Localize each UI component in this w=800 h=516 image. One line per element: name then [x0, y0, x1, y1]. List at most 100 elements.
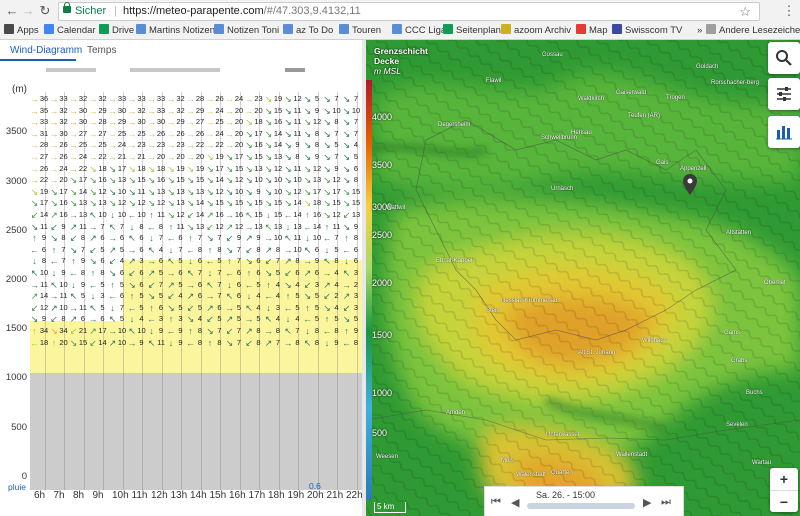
wind-arrow: ↘ — [264, 105, 273, 116]
zoom-in-button[interactable]: + — [770, 468, 798, 490]
wind-arrow: → — [69, 140, 78, 151]
skip-back-icon[interactable]: ⏮ — [491, 496, 501, 509]
y-axis-label: 3000 — [5, 176, 27, 187]
chart-button[interactable] — [768, 116, 800, 148]
settings-button[interactable] — [768, 78, 800, 110]
wind-arrow: ↙ — [245, 337, 253, 348]
bookmark-item[interactable]: CCC Liga — [392, 24, 446, 37]
wind-speed: 12 — [156, 198, 166, 208]
bookmark-icon — [44, 24, 54, 34]
wind-speed: 4 — [353, 140, 359, 150]
wind-arrow: ↙ — [30, 302, 39, 313]
back-icon[interactable]: ← — [4, 3, 20, 19]
wind-speed: 22 — [98, 152, 107, 161]
wind-speed: 36 — [39, 94, 49, 103]
wind-arrow: ↙ — [225, 326, 234, 336]
day-scroll-segment-active[interactable] — [285, 68, 305, 72]
bookmark-item[interactable]: Drive — [99, 24, 134, 37]
tab-temps[interactable]: Temps — [87, 45, 116, 56]
wind-arrow: ↘ — [323, 117, 331, 128]
wind-speed: 27 — [98, 128, 107, 138]
wind-arrow: ↘ — [323, 198, 331, 209]
wind-arrow: ↙ — [206, 221, 214, 232]
wind-speed: 5 — [100, 279, 105, 289]
bookmark-item[interactable]: Apps — [4, 24, 39, 37]
bookmark-item[interactable]: Notizen Toni — [214, 24, 279, 37]
day-scroll-segment[interactable] — [46, 68, 96, 72]
bookmarks-more[interactable]: » — [697, 24, 702, 37]
bookmark-icon — [576, 24, 586, 34]
step-forward-icon[interactable]: ▶ — [643, 496, 651, 509]
wind-speed: 4 — [275, 291, 281, 301]
wind-speed: 2 — [353, 279, 359, 289]
wind-arrow: ↖ — [50, 279, 58, 290]
wind-speed: 7 — [236, 326, 242, 335]
wind-arrow: ← — [322, 326, 332, 336]
bookmark-item[interactable]: Calendar — [44, 24, 96, 37]
map-view[interactable]: Grenzschicht Decke m MSL 4000 3500 3000 250… — [366, 40, 800, 516]
wind-arrow: → — [147, 105, 156, 116]
wind-speed: 15 — [234, 163, 244, 173]
time-slider[interactable] — [527, 503, 635, 509]
wind-arrow: ↙ — [206, 314, 214, 325]
wind-speed: 12 — [117, 198, 127, 208]
forward-icon[interactable]: → — [20, 3, 36, 19]
wind-speed: 34 — [39, 326, 49, 335]
wind-speed: 13 — [293, 221, 302, 231]
wind-arrow: ↑ — [246, 268, 252, 278]
wind-arrow: ↗ — [50, 302, 58, 313]
wind-arrow: → — [108, 233, 117, 244]
skip-forward-icon[interactable]: ⏭ — [661, 496, 671, 509]
map-heatmap — [366, 40, 800, 516]
bookmark-item[interactable]: az To Do — [283, 24, 333, 37]
wind-speed: 5 — [158, 291, 164, 301]
wind-arrow: ↓ — [305, 326, 310, 336]
bookmark-item[interactable]: Martins Notizen — [136, 24, 215, 37]
wind-arrow: ↘ — [30, 186, 39, 197]
wind-arrow: ↘ — [89, 163, 97, 174]
wind-speed: 17 — [215, 163, 224, 173]
wind-speed: 13 — [254, 221, 263, 231]
location-pin-icon[interactable] — [683, 174, 697, 196]
wind-speed: 8 — [275, 326, 281, 335]
reload-icon[interactable]: ↻ — [37, 3, 53, 19]
bookmark-star-icon[interactable]: ☆ — [739, 4, 751, 20]
wind-speed: 14 — [312, 221, 322, 231]
wind-speed: 5 — [178, 279, 183, 289]
wind-speed: 13 — [273, 221, 283, 231]
wind-speed: 20 — [234, 140, 244, 150]
wind-arrow: ↘ — [167, 186, 175, 197]
bookmark-item[interactable]: Swisscom TV — [612, 24, 682, 37]
wind-arrow: ↗ — [69, 221, 78, 232]
bookmark-item[interactable]: azoom Archiv — [501, 24, 571, 37]
search-button[interactable] — [768, 42, 800, 74]
bookmark-item[interactable]: Map — [576, 24, 607, 37]
wind-arrow: ↑ — [71, 256, 76, 267]
browser-menu-icon[interactable]: ⋮ — [782, 3, 796, 19]
time-label: Sa. 26. - 15:00 — [536, 490, 596, 500]
wind-arrow: ↗ — [245, 233, 253, 244]
wind-arrow: ↓ — [285, 221, 291, 232]
address-bar[interactable]: Sicher | https://meteo-parapente.com/#/4… — [58, 2, 760, 21]
tab-wind-diagram[interactable]: Wind-Diagramm — [10, 45, 82, 56]
step-back-icon[interactable]: ◀ — [511, 496, 519, 509]
y-axis-label: 0 — [21, 471, 27, 482]
wind-arrow: ↖ — [167, 256, 175, 267]
day-scroll-segment[interactable] — [130, 68, 220, 72]
wind-speed: 22 — [215, 140, 224, 150]
wind-speed: 5 — [197, 302, 203, 312]
wind-arrow: ↗ — [128, 256, 136, 267]
wind-speed: 8 — [334, 117, 339, 127]
bookmark-item[interactable]: Touren — [339, 24, 381, 37]
wind-speed: 6 — [139, 233, 144, 243]
wind-arrow: ↘ — [264, 198, 273, 209]
wind-speed: 23 — [254, 94, 263, 103]
wind-speed: 13 — [78, 210, 88, 219]
other-bookmarks-folder[interactable]: Andere Lesezeichen — [706, 24, 800, 37]
bookmark-item[interactable]: Seitenplan — [443, 24, 501, 37]
wind-arrow: ↘ — [69, 198, 78, 209]
zoom-out-button[interactable]: − — [770, 490, 798, 513]
wind-speed: 10 — [254, 175, 263, 185]
wind-arrow: → — [166, 105, 176, 116]
wind-arrow: ← — [244, 279, 254, 290]
